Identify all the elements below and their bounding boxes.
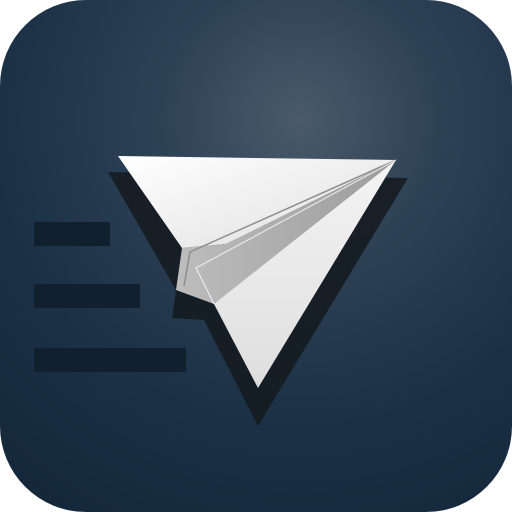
app-icon[interactable] [0,0,512,512]
speed-line [34,348,186,372]
paper-plane-icon [34,156,408,426]
speed-line [34,222,110,246]
speed-line [34,284,140,308]
